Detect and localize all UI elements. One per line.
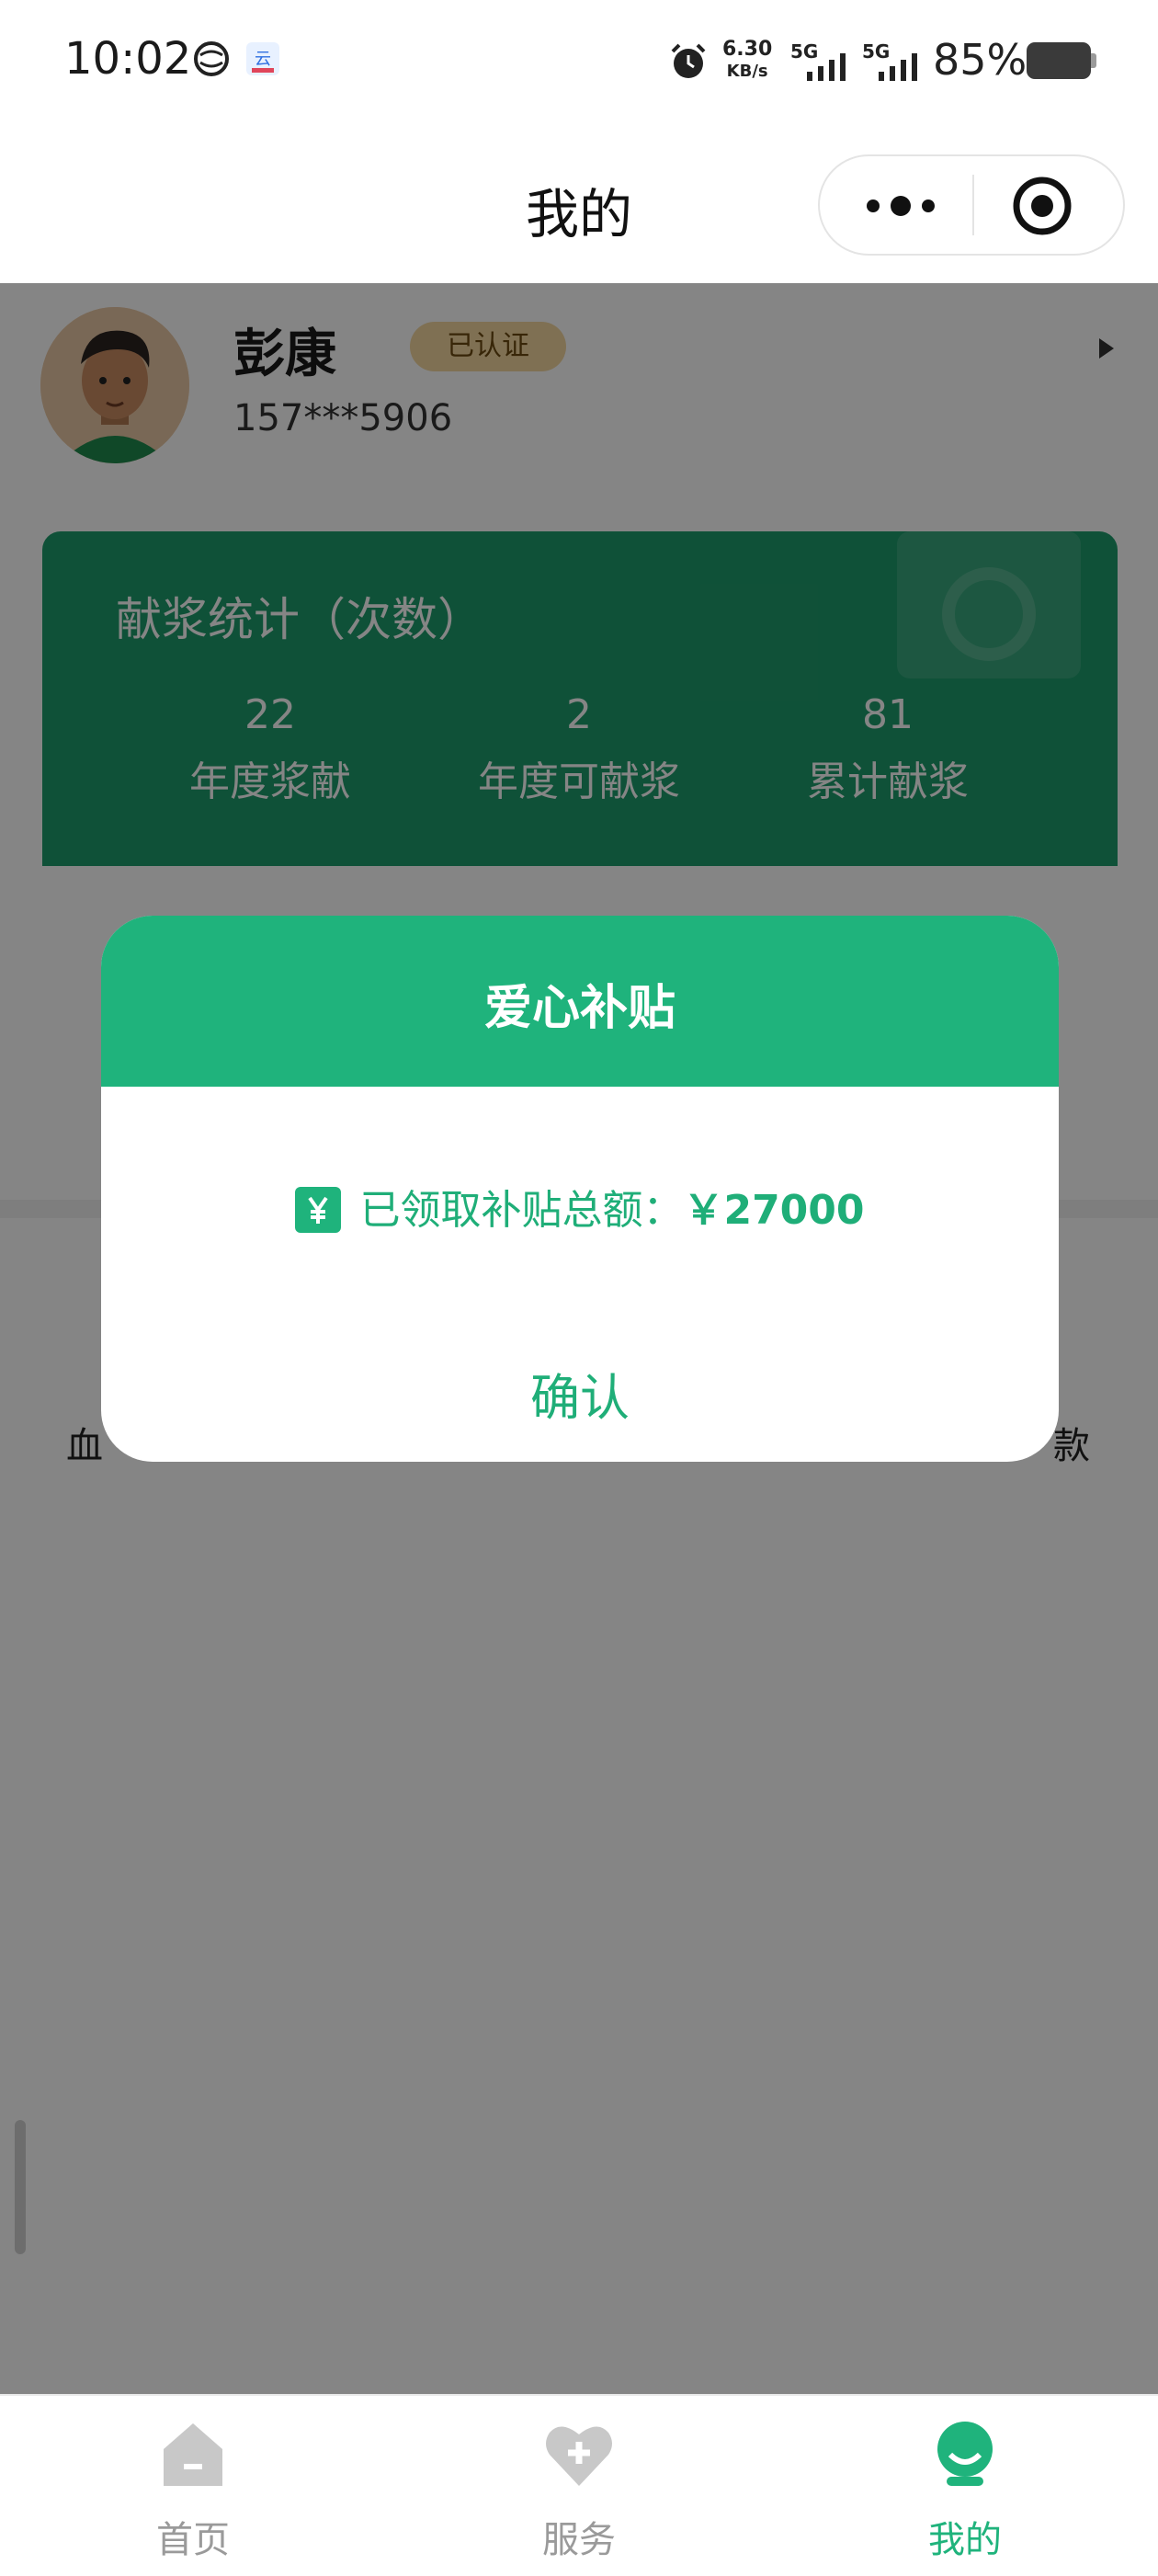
subsidy-dialog: 爱心补贴 已领取补贴总额：￥27000 确认 [101,916,1059,1462]
subsidy-total-amount: ￥27000 [683,1187,865,1234]
signal-icon [807,53,846,81]
tab-mine[interactable]: 我的 [873,2418,1057,2565]
battery-icon [1027,42,1091,79]
net-speed-unit: KB/s [726,62,768,81]
dialog-title: 爱心补贴 [483,981,676,1036]
tab-mine-label: 我的 [928,2519,1002,2561]
status-time: 10:02 [64,33,192,85]
dialog-body: 已领取补贴总额：￥27000 [101,1177,1059,1236]
tab-home-label: 首页 [156,2519,230,2561]
signal-icon-2 [879,53,917,81]
confirm-button[interactable]: 确认 [101,1357,1059,1430]
net-speed-value: 6.30 [722,38,773,61]
user-icon [937,2422,993,2486]
capsule-divider [972,175,974,235]
app-notification-icon: 云 [246,42,279,75]
net-speed: 6.30 KB/s [722,39,772,83]
more-icon[interactable] [855,180,947,232]
yen-icon [295,1187,342,1233]
subsidy-total-label: 已领取补贴总额： [359,1187,684,1234]
carrier-icon [194,41,229,76]
battery-cap [1091,53,1096,68]
heart-plus-icon [546,2426,612,2486]
home-icon [164,2423,222,2486]
tab-service[interactable]: 服务 [487,2418,671,2565]
tab-home[interactable]: 首页 [101,2418,285,2565]
battery-percent: 85% [933,35,1027,85]
svg-text:云: 云 [255,50,271,69]
alarm-icon [671,43,706,78]
tab-service-label: 服务 [542,2519,616,2561]
close-target-icon[interactable] [1011,175,1073,237]
